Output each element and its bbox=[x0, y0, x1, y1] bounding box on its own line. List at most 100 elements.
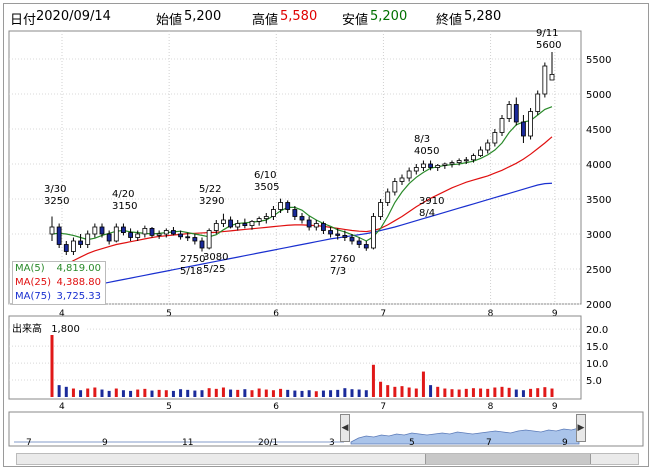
volume-bar bbox=[357, 389, 361, 397]
volume-bar bbox=[529, 388, 533, 397]
candle-body bbox=[92, 226, 98, 235]
annotation-price: 3910 bbox=[419, 196, 444, 207]
y-tick-label: 5000 bbox=[586, 90, 611, 101]
volume-bar bbox=[221, 387, 225, 397]
annotation-price: 2760 bbox=[330, 254, 355, 265]
annotation-price: 2750 bbox=[180, 254, 205, 265]
candle-body bbox=[142, 227, 148, 235]
volume-bar bbox=[514, 389, 518, 397]
volume-bar bbox=[229, 389, 233, 397]
vol-x-month-label: 5 bbox=[166, 402, 172, 412]
candle-body bbox=[185, 236, 191, 239]
volume-bar bbox=[371, 364, 375, 397]
volume-bar bbox=[121, 390, 125, 397]
volume-bar bbox=[164, 390, 168, 397]
y-tick-label: 2500 bbox=[586, 265, 611, 276]
volume-bar bbox=[457, 389, 461, 397]
vol-x-month-label: 4 bbox=[59, 402, 65, 412]
volume-bar bbox=[186, 389, 190, 397]
vol-x-month-label: 6 bbox=[273, 402, 279, 412]
volume-bar bbox=[414, 388, 418, 397]
volume-label-box: 出来高 1,800 bbox=[12, 320, 86, 335]
candle-body bbox=[56, 226, 62, 245]
candle-body bbox=[321, 223, 326, 231]
ma25-label: MA(25) bbox=[15, 277, 51, 288]
volume-bar bbox=[314, 391, 318, 397]
volume-bar bbox=[93, 387, 97, 397]
navigator-x-label: 20/1 bbox=[258, 438, 278, 448]
scrollbar-thumb[interactable] bbox=[425, 454, 591, 464]
candle-body bbox=[156, 233, 162, 236]
candle-body bbox=[263, 216, 269, 219]
horizontal-scrollbar[interactable] bbox=[16, 453, 639, 465]
candle-body bbox=[542, 65, 548, 95]
candle-body bbox=[463, 159, 469, 162]
candle-body bbox=[478, 149, 483, 156]
volume-bar bbox=[386, 385, 390, 397]
candle-body bbox=[178, 233, 183, 238]
candle-body bbox=[471, 155, 476, 161]
candle-body bbox=[149, 227, 155, 236]
annotation-date: 9/11 bbox=[536, 28, 558, 39]
y-tick-label: 3000 bbox=[586, 230, 611, 241]
volume-bar bbox=[550, 388, 554, 397]
annotation-date: 5/22 bbox=[199, 184, 221, 195]
annotation-date: 5/18 bbox=[180, 266, 202, 277]
volume-bar bbox=[57, 385, 61, 397]
candle-body bbox=[106, 233, 112, 242]
volume-bar bbox=[286, 389, 290, 397]
annotation-date: 8/4 bbox=[419, 208, 435, 219]
navigator-x-label: 7 bbox=[486, 438, 492, 448]
y-tick-label: 2000 bbox=[586, 300, 611, 311]
vol-y-tick: 15.0 bbox=[586, 342, 608, 353]
volume-bar bbox=[107, 390, 111, 397]
candle-body bbox=[78, 240, 83, 245]
navigator-right-button[interactable]: ▶ bbox=[576, 414, 586, 442]
volume-bar bbox=[193, 390, 197, 397]
candle-body bbox=[499, 118, 505, 133]
candle-body bbox=[299, 216, 305, 221]
price-chart: 5500 5000 4500 4000 3500 3000 2500 2000 3/30325… bbox=[8, 28, 644, 448]
candle-body bbox=[328, 230, 333, 235]
annotation-date: 6/10 bbox=[254, 170, 276, 181]
volume-bar bbox=[200, 390, 204, 397]
annotation-price: 3250 bbox=[44, 196, 69, 207]
navigator-x-label: 9 bbox=[102, 438, 108, 448]
ma75-value: 3,725.33 bbox=[56, 291, 101, 302]
volume-bar bbox=[271, 390, 275, 397]
arrow-right-icon: ▶ bbox=[577, 423, 585, 433]
volume-bar bbox=[329, 390, 333, 397]
volume-bar bbox=[214, 388, 218, 397]
candle-body bbox=[49, 226, 55, 235]
volume-bar bbox=[179, 389, 183, 397]
candle-body bbox=[271, 209, 276, 217]
volume-bar bbox=[443, 388, 447, 397]
volume-bar bbox=[493, 387, 497, 397]
volume-bar bbox=[543, 387, 547, 397]
volume-bar bbox=[307, 390, 311, 397]
volume-bar bbox=[321, 390, 325, 397]
candle-body bbox=[456, 160, 462, 163]
annotation-date: 3/30 bbox=[44, 184, 66, 195]
candle-body bbox=[378, 202, 383, 217]
candle-body bbox=[492, 132, 498, 144]
annotation-price: 5600 bbox=[536, 40, 561, 51]
volume-bar bbox=[350, 389, 354, 397]
candle-body bbox=[449, 162, 455, 165]
candle-body bbox=[171, 230, 176, 235]
volume-bar bbox=[171, 390, 175, 397]
navigator-left-button[interactable]: ◀ bbox=[340, 414, 350, 442]
ma75-label: MA(75) bbox=[15, 291, 51, 302]
y-tick-label: 4000 bbox=[586, 160, 611, 171]
volume-bar bbox=[243, 389, 247, 397]
annotation-price: 4050 bbox=[414, 146, 439, 157]
ma5-label: MA(5) bbox=[15, 263, 45, 274]
volume-bar bbox=[136, 389, 140, 397]
candle-body bbox=[356, 240, 362, 245]
candle-body bbox=[435, 164, 441, 168]
candle-body bbox=[342, 234, 348, 238]
candle-body bbox=[85, 233, 91, 245]
volume-x-axis: 4 5 6 7 8 9 bbox=[59, 402, 558, 412]
candle-body bbox=[528, 111, 533, 137]
chart-window: 日付 2020/09/14 始値 5,200 高値 5,580 安値 5,200… bbox=[3, 3, 649, 467]
